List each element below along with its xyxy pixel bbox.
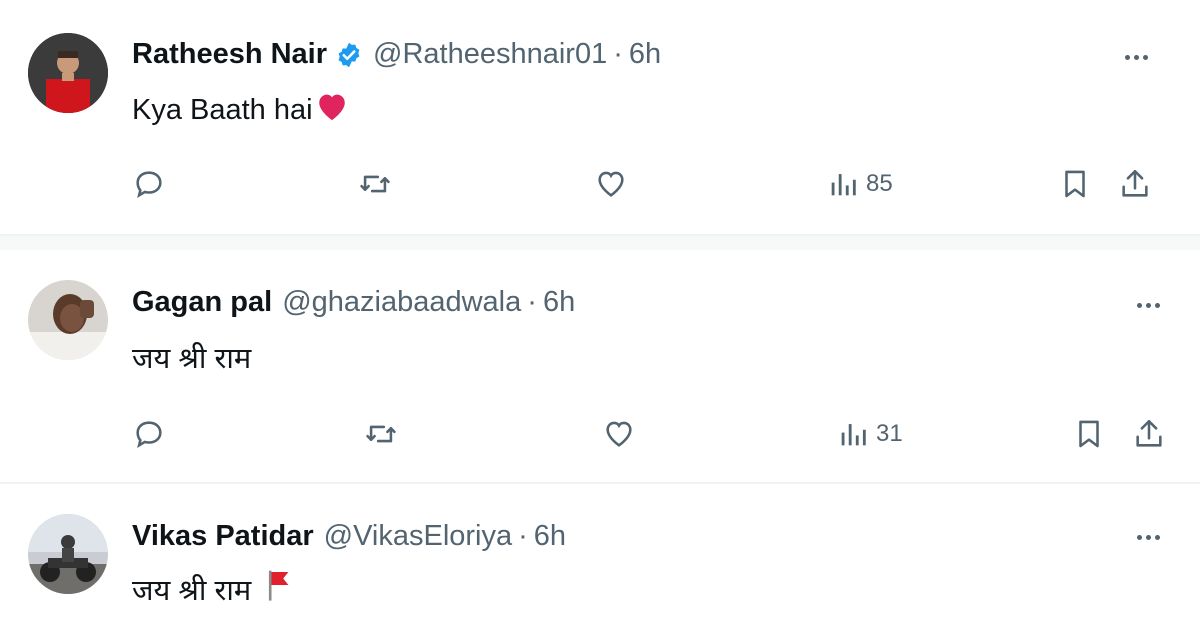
tweet-text: Kya Baath hai [132, 90, 349, 130]
avatar[interactable] [28, 33, 108, 113]
author-name[interactable]: Vikas Patidar [132, 520, 314, 553]
avatar[interactable] [28, 514, 108, 594]
separator: · [518, 520, 528, 552]
bookmark-icon [1079, 420, 1099, 448]
share-button[interactable] [1118, 164, 1152, 204]
views-count: 31 [876, 420, 903, 447]
tweet-1[interactable]: Ratheesh Nair @Ratheeshnair01 · 6h Kya B… [0, 0, 1188, 234]
more-options-icon[interactable] [1128, 522, 1168, 552]
author-handle[interactable]: @VikasEloriya [324, 520, 512, 553]
tweet-header: Gagan pal @ghaziabaadwala · 6h [132, 286, 575, 319]
views-button[interactable]: 85 [826, 164, 893, 204]
views-button[interactable]: 31 [836, 414, 903, 454]
views-count: 85 [866, 170, 893, 197]
share-icon [1122, 169, 1148, 197]
more-options-icon[interactable] [1128, 290, 1168, 320]
timestamp[interactable]: 6h [534, 520, 566, 553]
bookmark-button[interactable] [1072, 414, 1106, 454]
separator: · [527, 286, 537, 318]
tweet-header: Vikas Patidar @VikasEloriya · 6h [132, 520, 566, 553]
like-button[interactable] [602, 414, 636, 454]
tweet-text-content: जय श्री राम [132, 343, 252, 375]
tweet-text-content: Kya Baath hai [132, 93, 313, 126]
tweet-3[interactable]: Vikas Patidar @VikasEloriya · 6h जय श्री… [0, 484, 1188, 628]
retweet-button[interactable] [358, 164, 392, 204]
avatar[interactable] [28, 280, 108, 360]
share-icon [1136, 419, 1162, 447]
retweet-button[interactable] [364, 414, 398, 454]
tweet-actions: 31 [0, 414, 1188, 454]
views-icon [831, 174, 856, 196]
like-button[interactable] [594, 164, 628, 204]
separator: · [613, 38, 623, 70]
tweet-actions: 85 [0, 164, 1188, 204]
tweet-text: जय श्री राम [132, 568, 291, 610]
author-handle[interactable]: @ghaziabaadwala [282, 286, 521, 319]
bookmark-icon [1065, 170, 1085, 198]
heart-icon [598, 171, 624, 197]
tweet-header: Ratheesh Nair @Ratheeshnair01 · 6h [132, 38, 661, 71]
red-flag-icon [265, 568, 291, 610]
tweet-text: जय श्री राम [132, 338, 251, 377]
tweet-2[interactable]: Gagan pal @ghaziabaadwala · 6h जय श्री र… [0, 250, 1188, 482]
retweet-icon [360, 175, 390, 193]
more-options-icon[interactable] [1116, 42, 1156, 72]
share-button[interactable] [1132, 414, 1166, 454]
separator-gap [0, 236, 1200, 250]
retweet-icon [366, 425, 396, 443]
red-heart-icon [315, 90, 349, 130]
verified-badge-icon [335, 41, 363, 69]
timestamp[interactable]: 6h [629, 38, 661, 71]
heart-icon [606, 421, 632, 447]
bookmark-button[interactable] [1058, 164, 1092, 204]
reply-icon [136, 421, 162, 448]
timestamp[interactable]: 6h [543, 286, 575, 319]
author-name[interactable]: Gagan pal [132, 286, 272, 319]
tweet-text-content: जय श्री राम [132, 574, 252, 607]
reply-button[interactable] [132, 414, 166, 454]
author-handle[interactable]: @Ratheeshnair01 [373, 38, 607, 71]
author-name[interactable]: Ratheesh Nair [132, 38, 327, 71]
views-icon [841, 424, 866, 446]
reply-icon [136, 171, 162, 198]
reply-button[interactable] [132, 164, 166, 204]
